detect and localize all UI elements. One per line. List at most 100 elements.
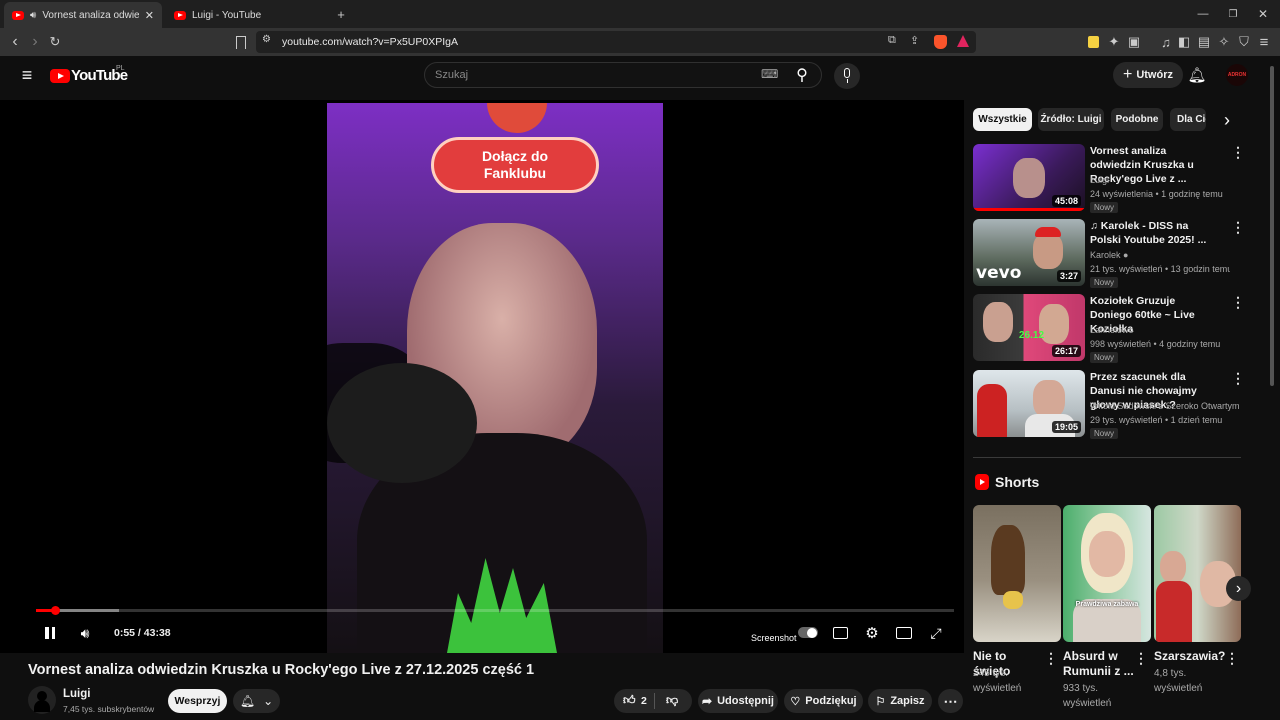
support-button[interactable]: Wesprzyj [168,689,227,713]
rec-channel[interactable]: Karolek ● [1090,248,1220,262]
save-button[interactable]: ⚐ Zapisz [868,689,932,713]
brave-rewards-icon[interactable] [957,35,969,47]
like-icon[interactable]: 👍︎ [623,693,636,708]
puzzle-icon[interactable]: ✦ [1106,34,1122,50]
back-icon[interactable]: ‹ [8,33,22,50]
screenshot-label: Screenshot [751,633,797,643]
extension-icon[interactable] [1088,36,1099,48]
search-input[interactable]: Szukaj ⌨ [424,62,822,88]
rec-channel[interactable]: Witold Sadowski z Szeroko Otwartymi O... [1090,399,1240,413]
music-icon[interactable]: ♫ [1158,34,1174,50]
dislike-icon[interactable]: 👎︎ [666,693,678,708]
fullscreen-icon[interactable]: ⤢ [928,624,944,642]
short-title[interactable]: Absurd w Rumunii z ... [1063,649,1135,679]
short-item[interactable]: Szarszawia? 4,8 tys. wyświetleń ⋮ [1154,505,1242,715]
time-display: 0:55 / 43:38 [114,627,171,639]
wallet-icon[interactable]: ▤ [1196,34,1212,50]
short-item[interactable]: Nie to święto 245 tys. wyświetleń ⋮ [973,505,1061,715]
search-button-icon[interactable]: ⚲ [790,64,814,86]
scrubber-handle[interactable] [51,606,61,615]
hamburger-menu-icon[interactable]: ≡ [18,65,36,85]
subscription-bell-button[interactable]: 🔔︎ ⌄ [233,689,280,713]
avatar[interactable]: ADRON [1226,64,1248,86]
chip-similar[interactable]: Podobne [1111,108,1163,131]
microphone-image [327,363,477,483]
chips-next-chevron-icon[interactable]: › [1218,110,1236,130]
rec-channel[interactable]: Lannelowo [1090,323,1220,337]
thanks-button[interactable]: ♡ Podziękuj [784,689,863,713]
new-tab-button[interactable]: + [334,6,348,22]
rec-meta: 21 tys. wyświetleń • 13 godzin temu [1090,264,1230,274]
share-button[interactable]: ➦ Udostępnij [698,689,778,713]
short-title[interactable]: Szarszawia? [1154,649,1234,664]
reload-icon[interactable]: ↻ [47,34,63,50]
more-options-icon[interactable]: ⋮ [1044,650,1058,667]
brave-shield-icon[interactable] [934,35,947,49]
youtube-logo[interactable]: YouTube PL [50,65,140,86]
settings-gear-icon[interactable]: ⚙ [863,624,881,642]
short-thumbnail[interactable]: Prawdziwa zabawa [1063,505,1151,642]
more-options-icon[interactable]: ⋮ [1231,294,1245,311]
progress-bar[interactable] [36,606,954,615]
rec-title[interactable]: ♫ Karolek - DISS na Polski Youtube 2025!… [1090,219,1218,247]
sidebar-icon[interactable]: ◧ [1176,34,1192,50]
keyboard-icon[interactable]: ⌨ [761,67,778,81]
short-thumbnail[interactable] [973,505,1061,642]
video-thumbnail[interactable]: 19:05 [973,370,1085,437]
share-icon[interactable]: ⇪ [910,34,919,47]
restore-icon[interactable]: ❐ [1226,6,1240,22]
theater-mode-icon[interactable] [896,627,912,639]
more-options-icon[interactable]: ⋮ [1134,650,1148,667]
verified-check-icon: ● [1123,250,1129,260]
fanclub-overlay[interactable]: Dołącz do Fanklubu [431,137,599,193]
more-options-icon[interactable]: ⋮ [1231,144,1245,161]
channel-name[interactable]: Luigi [63,688,90,700]
forward-icon[interactable]: › [28,33,42,50]
vpn-icon[interactable]: ⛉ [1236,34,1252,50]
chip-all[interactable]: Wszystkie [973,108,1032,131]
rec-channel[interactable]: Luigi [1090,173,1220,187]
menu-icon[interactable]: ≡ [1256,34,1272,51]
shorts-logo-icon [975,474,989,490]
tab-active[interactable]: 🔊︎ Vornest analiza odwiedzin Kr... ✕ [4,2,162,28]
microphone-icon [844,68,850,78]
page-scrollbar[interactable] [1269,58,1275,718]
chip-source[interactable]: Źródło: Luigi [1038,108,1104,131]
voice-search-button[interactable] [834,63,860,89]
short-item[interactable]: Prawdziwa zabawa Absurd w Rumunii z ... … [1063,505,1151,715]
list-item[interactable]: vevo 3:27 ♫ Karolek - DISS na Polski You… [973,219,1245,288]
leo-icon[interactable]: ✧ [1216,34,1232,50]
create-button[interactable]: + Utwórz [1113,62,1183,88]
site-info-icon[interactable]: ⚙ [262,34,271,45]
video-thumbnail[interactable]: vevo 3:27 [973,219,1085,286]
screenshot-toggle[interactable] [798,627,818,638]
video-thumbnail[interactable]: 26.12 26:17 [973,294,1085,361]
address-bar[interactable]: ⚙ youtube.com/watch?v=Px5UP0XPIgA ⧉ ⇪ [256,31,976,53]
notifications-bell-icon[interactable]: 🔔︎ [1187,66,1206,84]
more-actions-icon[interactable]: ⋯ [938,689,963,713]
list-item[interactable]: 26.12 26:17 Koziołek Gruzuje Doniego 60t… [973,294,1245,363]
scrollbar-thumb[interactable] [1270,66,1274,386]
volume-icon[interactable]: 🔊︎ [76,624,94,642]
more-options-icon[interactable]: ⋮ [1231,370,1245,387]
close-tab-icon[interactable]: ✕ [145,9,154,22]
channel-avatar[interactable] [28,686,56,714]
video-player[interactable]: Dołącz do Fanklubu 🔊︎ 0:55 / 43:38 Scree… [0,100,964,653]
bookmark-icon[interactable] [236,36,246,49]
subtitles-icon[interactable] [833,627,848,639]
more-options-icon[interactable]: ⋮ [1225,650,1239,667]
list-item[interactable]: 19:05 Przez szacunek dla Danusi nie chow… [973,370,1245,439]
shorts-next-chevron-icon[interactable]: › [1226,576,1251,601]
like-dislike-group: 👍︎ 2 👎︎ [614,689,692,713]
screenshot-ext-icon[interactable]: ▣ [1126,34,1142,50]
video-thumbnail[interactable]: 45:08 [973,144,1085,211]
tab-luigi[interactable]: Luigi - YouTube [166,2,326,28]
list-item[interactable]: 45:08 Vornest analiza odwiedzin Kruszka … [973,144,1245,213]
pause-icon[interactable] [44,626,56,640]
open-external-icon[interactable]: ⧉ [888,34,896,47]
close-window-icon[interactable]: ✕ [1256,6,1270,22]
more-options-icon[interactable]: ⋮ [1231,219,1245,236]
chip-for-you[interactable]: Dla Ciebie [1170,108,1206,131]
minimize-icon[interactable]: — [1196,6,1210,22]
short-thumbnail[interactable] [1154,505,1241,642]
